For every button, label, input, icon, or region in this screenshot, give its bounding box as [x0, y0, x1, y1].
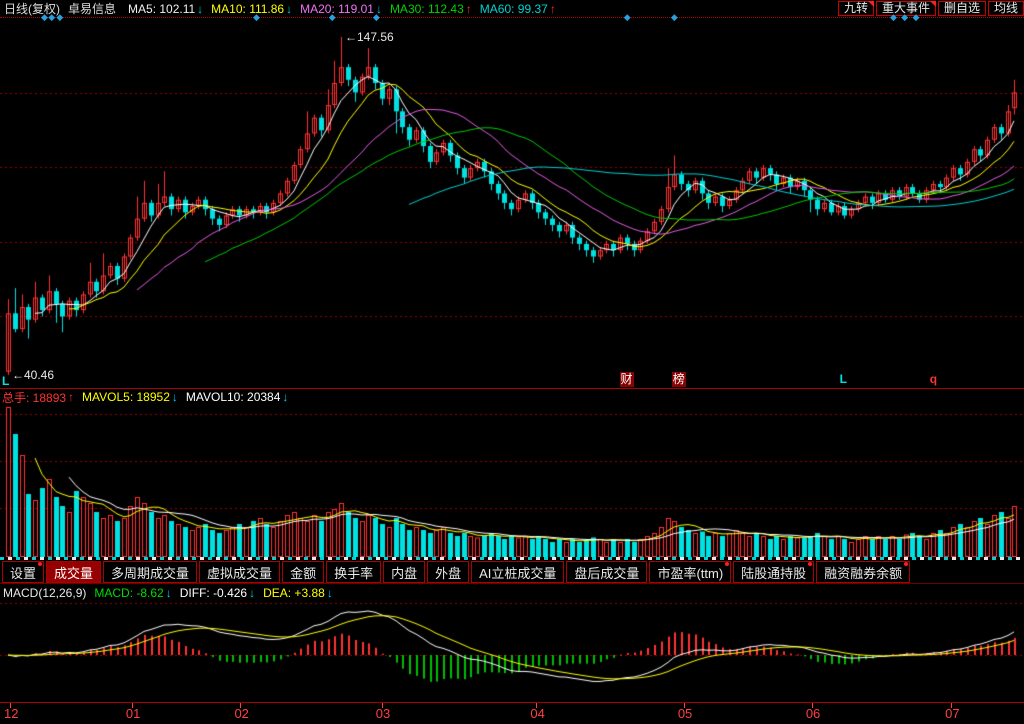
- ma-readout-2: MA20: 119.01: [300, 2, 374, 16]
- stock-name[interactable]: 卓易信息: [68, 0, 116, 17]
- chart-header-bar: 日线(复权) 卓易信息 MA5: 102.11↓MA10: 111.86↓MA2…: [0, 0, 1024, 17]
- flag-榜-2[interactable]: 榜: [672, 372, 686, 387]
- down-arrow-icon: ↓: [282, 390, 288, 404]
- axis-month-label: 02: [234, 706, 248, 721]
- volume-readout-0: 总手: 18893: [2, 389, 66, 406]
- header-button-2[interactable]: 删自选: [938, 1, 986, 16]
- low-price-label: ←40.46: [12, 368, 54, 382]
- tab-6[interactable]: 内盘: [383, 561, 425, 583]
- macd-readout-2: DEA: +3.88: [263, 586, 325, 600]
- down-arrow-icon: ↓: [172, 390, 178, 404]
- tab-12[interactable]: 融资融券余额: [816, 561, 910, 583]
- tab-label: 融资融券余额: [824, 563, 902, 582]
- up-arrow-icon: ↑: [550, 2, 556, 16]
- tab-4[interactable]: 金额: [282, 561, 324, 583]
- volume-readout-1: MAVOL5: 18952: [82, 390, 170, 404]
- volume-readout-2: MAVOL10: 20384: [186, 390, 281, 404]
- candlestick-chart[interactable]: [0, 18, 1024, 388]
- ma-readout-1: MA10: 111.86: [211, 2, 284, 16]
- tab-5[interactable]: 换手率: [326, 561, 381, 583]
- dashed-strip: [0, 557, 1024, 560]
- tab-9[interactable]: 盘后成交量: [566, 561, 647, 583]
- ma-readout-3: MA30: 112.43: [390, 2, 464, 16]
- axis-month-label: 01: [126, 706, 140, 721]
- tab-label: 虚拟成交量: [207, 563, 272, 582]
- down-arrow-icon: ↓: [286, 2, 292, 16]
- down-arrow-icon: ↓: [197, 2, 203, 16]
- pane-separator: [0, 388, 1024, 389]
- notification-dot: [725, 562, 729, 566]
- header-button-0[interactable]: 九转: [838, 1, 874, 16]
- tab-label: 金额: [290, 563, 316, 582]
- header-button-3[interactable]: 均线: [988, 1, 1024, 16]
- macd-readout-0: MACD: -8.62: [94, 586, 163, 600]
- macd-values: MACD: -8.62↓DIFF: -0.426↓DEA: +3.88↓: [86, 586, 332, 600]
- tab-label: 多周期成交量: [111, 563, 189, 582]
- tab-10[interactable]: 市盈率(ttm): [649, 561, 731, 583]
- tab-label: 外盘: [435, 563, 461, 582]
- high-price-label: ←147.56: [345, 30, 394, 44]
- tab-11[interactable]: 陆股通持股: [733, 561, 814, 583]
- tab-label: 换手率: [334, 563, 373, 582]
- tab-8[interactable]: AI立桩成交量: [471, 561, 564, 583]
- tab-0[interactable]: 设置: [2, 561, 44, 583]
- ma-readout-4: MA60: 99.37: [480, 2, 548, 16]
- tab-3[interactable]: 虚拟成交量: [199, 561, 280, 583]
- tab-7[interactable]: 外盘: [427, 561, 469, 583]
- tab-2[interactable]: 多周期成交量: [103, 561, 197, 583]
- header-buttons: 九转重大事件删自选均线: [836, 1, 1024, 16]
- notification-dot: [904, 562, 908, 566]
- axis-month-label: 04: [530, 706, 544, 721]
- tab-label: 内盘: [391, 563, 417, 582]
- stock-chart-window: 日线(复权) 卓易信息 MA5: 102.11↓MA10: 111.86↓MA2…: [0, 0, 1024, 724]
- macd-readout-1: DIFF: -0.426: [180, 586, 247, 600]
- axis-month-label: 07: [945, 706, 959, 721]
- macd-readouts: MACD(12,26,9) MACD: -8.62↓DIFF: -0.426↓D…: [0, 584, 1024, 601]
- down-arrow-icon: ↓: [166, 586, 172, 600]
- axis-month-label: 05: [678, 706, 692, 721]
- notification-dot: [38, 562, 42, 566]
- tab-label: AI立桩成交量: [479, 563, 556, 582]
- tab-label: 盘后成交量: [574, 563, 639, 582]
- axis-month-label: 03: [376, 706, 390, 721]
- flag-L-0: L: [2, 374, 9, 388]
- flag-L-3: L: [840, 372, 847, 386]
- time-axis[interactable]: 12 01 02 03 04 05 06 07: [0, 702, 1024, 724]
- axis-month-label: 12: [4, 706, 18, 721]
- flag-q-4: q: [930, 372, 937, 386]
- ma-readouts: MA5: 102.11↓MA10: 111.86↓MA20: 119.01↓MA…: [120, 2, 556, 16]
- down-arrow-icon: ↓: [249, 586, 255, 600]
- macd-chart[interactable]: [0, 602, 1024, 702]
- down-arrow-icon: ↓: [327, 586, 333, 600]
- indicator-tab-bar: 设置成交量多周期成交量虚拟成交量金额换手率内盘外盘 AI立桩成交量盘后成交量市盈率…: [0, 561, 1024, 584]
- ma-readout-0: MA5: 102.11: [128, 2, 195, 16]
- up-arrow-icon: ↑: [466, 2, 472, 16]
- tab-label: 设置: [10, 563, 36, 582]
- notification-dot: [808, 562, 812, 566]
- tab-label: 陆股通持股: [741, 563, 806, 582]
- macd-title: MACD(12,26,9): [3, 586, 86, 600]
- up-arrow-icon: ↑: [68, 390, 74, 404]
- flag-财-1[interactable]: 财: [620, 372, 634, 387]
- axis-month-label: 06: [806, 706, 820, 721]
- volume-readouts: 总手: 18893↑MAVOL5: 18952↓MAVOL10: 20384↓: [0, 390, 1024, 404]
- volume-chart[interactable]: [0, 404, 1024, 557]
- tab-label: 成交量: [54, 563, 93, 582]
- tab-1[interactable]: 成交量: [46, 561, 101, 583]
- tab-label: 市盈率(ttm): [657, 563, 723, 582]
